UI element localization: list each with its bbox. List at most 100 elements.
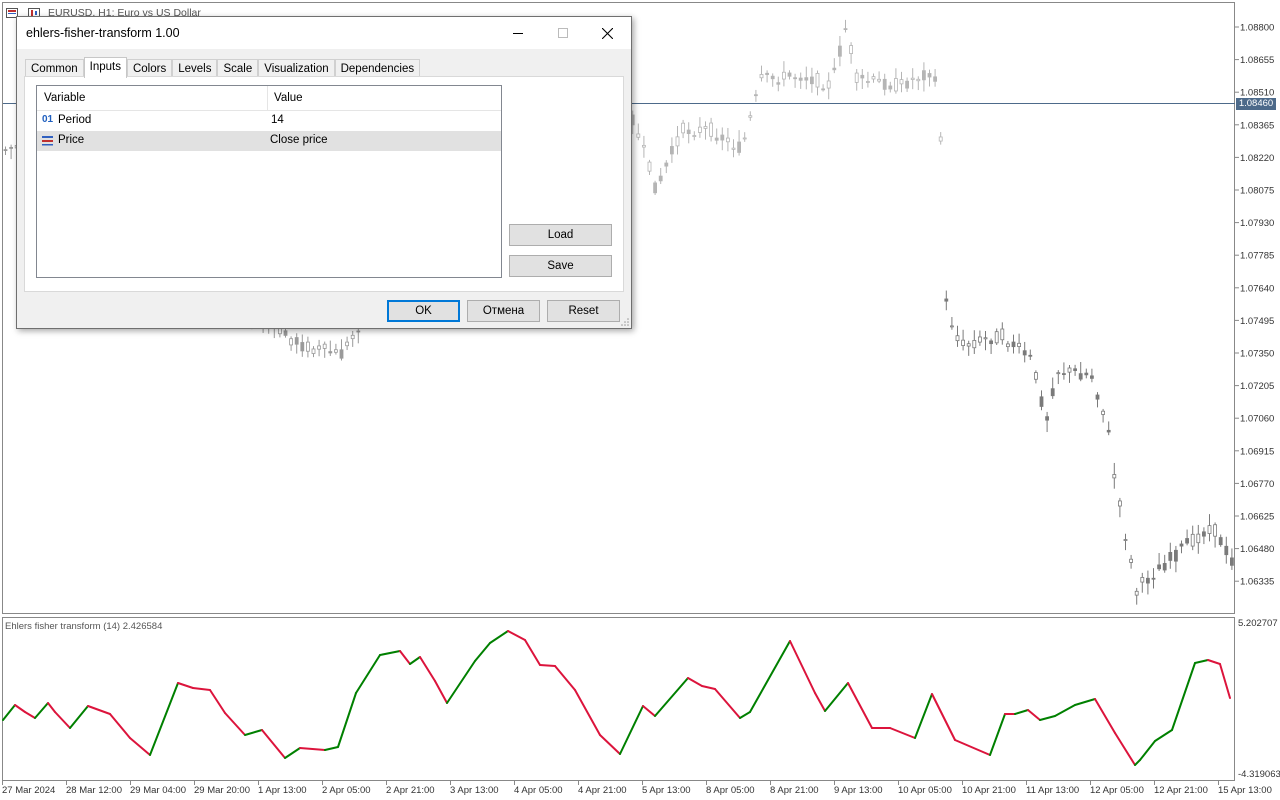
tab-levels[interactable]: Levels	[172, 59, 218, 77]
minimize-button[interactable]	[495, 17, 540, 49]
fisher-line-segment	[47, 702, 56, 713]
candle-body	[311, 348, 316, 354]
save-button[interactable]: Save	[509, 255, 612, 277]
input-value-price[interactable]: Close price	[270, 134, 328, 146]
input-row-period[interactable]: 01 Period 14	[37, 111, 501, 131]
fisher-line-segment	[355, 654, 381, 694]
column-value[interactable]: Value	[274, 92, 303, 104]
fisher-line-segment	[1114, 732, 1136, 766]
input-row-price[interactable]: Price Close price	[37, 131, 501, 151]
fisher-line-segment	[1039, 715, 1056, 721]
candle-body	[681, 122, 685, 134]
fisher-line-segment	[2, 704, 16, 721]
tab-dependencies[interactable]: Dependencies	[334, 59, 421, 77]
candle-body	[1179, 543, 1184, 547]
inputs-panel: Variable Value 01 Period 14 Price Close …	[24, 76, 624, 292]
tab-colors[interactable]: Colors	[126, 59, 173, 77]
candle-body	[9, 147, 14, 149]
fisher-line-segment	[914, 693, 933, 739]
tab-scale[interactable]: Scale	[217, 59, 259, 77]
candle-body	[653, 182, 657, 194]
candle-body	[1202, 531, 1206, 537]
fisher-line-segment	[989, 713, 1006, 756]
candle-body	[1050, 388, 1055, 397]
tab-inputs[interactable]: Inputs	[83, 57, 127, 78]
candle-body	[1045, 416, 1049, 421]
candle-body	[356, 330, 361, 333]
candle-body	[1218, 537, 1223, 546]
candle-body	[1123, 539, 1128, 541]
candle-body	[966, 343, 971, 347]
candle-body	[1190, 533, 1195, 547]
time-tick-label: 12 Apr 21:00	[1154, 785, 1208, 796]
candle-body	[910, 77, 915, 80]
dialog-titlebar[interactable]: ehlers-fisher-transform 1.00	[17, 17, 631, 49]
candle-body	[1174, 549, 1178, 562]
time-tick-label: 10 Apr 21:00	[962, 785, 1016, 796]
input-variable-price: Price	[58, 134, 85, 146]
price-tick-label: 1.07205	[1240, 381, 1274, 392]
fisher-line-segment	[446, 660, 476, 704]
candle-body	[1017, 342, 1021, 347]
indicator-properties-dialog: ehlers-fisher-transform 1.00 Common Inpu…	[16, 16, 632, 329]
candle-body	[1006, 343, 1010, 348]
candle-body	[748, 115, 753, 118]
candle-body	[1140, 577, 1145, 583]
tab-common[interactable]: Common	[25, 59, 84, 77]
price-tick-label: 1.08075	[1240, 186, 1274, 197]
fisher-line-segment	[574, 689, 601, 736]
fisher-line-segment	[789, 640, 816, 694]
candle-body	[815, 73, 820, 88]
candle-body	[843, 28, 848, 30]
fisher-line-segment	[409, 656, 421, 665]
fisher-line-segment	[847, 682, 873, 729]
current-price-tag: 1.08460	[1236, 98, 1276, 110]
candle-body	[664, 162, 669, 167]
inputs-grid[interactable]: Variable Value 01 Period 14 Price Close …	[36, 85, 502, 278]
time-tick-label: 2 Apr 21:00	[386, 785, 435, 796]
maximize-button[interactable]	[540, 17, 585, 49]
resize-grip-icon[interactable]	[621, 318, 629, 326]
ok-button[interactable]: OK	[387, 300, 460, 322]
candle-body	[692, 135, 697, 137]
candle-body	[838, 45, 842, 57]
column-divider[interactable]	[267, 86, 268, 110]
load-button[interactable]: Load	[509, 224, 612, 246]
candle-body	[821, 88, 825, 91]
time-tick-label: 10 Apr 05:00	[898, 785, 952, 796]
fisher-line-segment	[1154, 729, 1173, 742]
candle-body	[1034, 372, 1038, 380]
candle-body	[1101, 410, 1105, 415]
indicator-axis-min: -4.319063	[1238, 769, 1280, 780]
candle-body	[686, 129, 691, 135]
fisher-line-segment	[109, 713, 131, 739]
time-tick-label: 29 Mar 04:00	[130, 785, 186, 796]
fisher-line-segment	[749, 640, 791, 713]
candle-body	[709, 122, 713, 137]
column-variable[interactable]: Variable	[44, 92, 85, 104]
price-tick-label: 1.06915	[1240, 446, 1274, 457]
cancel-button[interactable]: Отмена	[467, 300, 540, 322]
tab-visualization[interactable]: Visualization	[258, 59, 335, 77]
fisher-line-segment	[619, 705, 644, 755]
fisher-line-segment	[1054, 704, 1076, 717]
candle-body	[871, 76, 876, 80]
candle-body	[787, 72, 792, 77]
price-tick-label: 1.07930	[1240, 218, 1274, 229]
candle-body	[3, 149, 8, 151]
reset-button[interactable]: Reset	[547, 300, 620, 322]
fisher-line-segment	[1171, 662, 1196, 731]
candle-body	[1162, 563, 1167, 571]
fisher-line-segment	[337, 692, 357, 748]
candle-body	[1056, 372, 1061, 375]
fisher-line-segment	[87, 705, 111, 715]
price-tick-label: 1.06480	[1240, 544, 1274, 555]
input-variable-period: Period	[58, 114, 92, 126]
fisher-line-segment	[474, 642, 491, 662]
tab-strip: Common Inputs Colors Levels Scale Visual…	[25, 57, 421, 78]
input-value-period[interactable]: 14	[271, 114, 284, 126]
candle-body	[798, 77, 803, 81]
price-tick-label: 1.07060	[1240, 414, 1274, 425]
fisher-line-segment	[69, 705, 89, 729]
close-button[interactable]	[585, 17, 630, 49]
